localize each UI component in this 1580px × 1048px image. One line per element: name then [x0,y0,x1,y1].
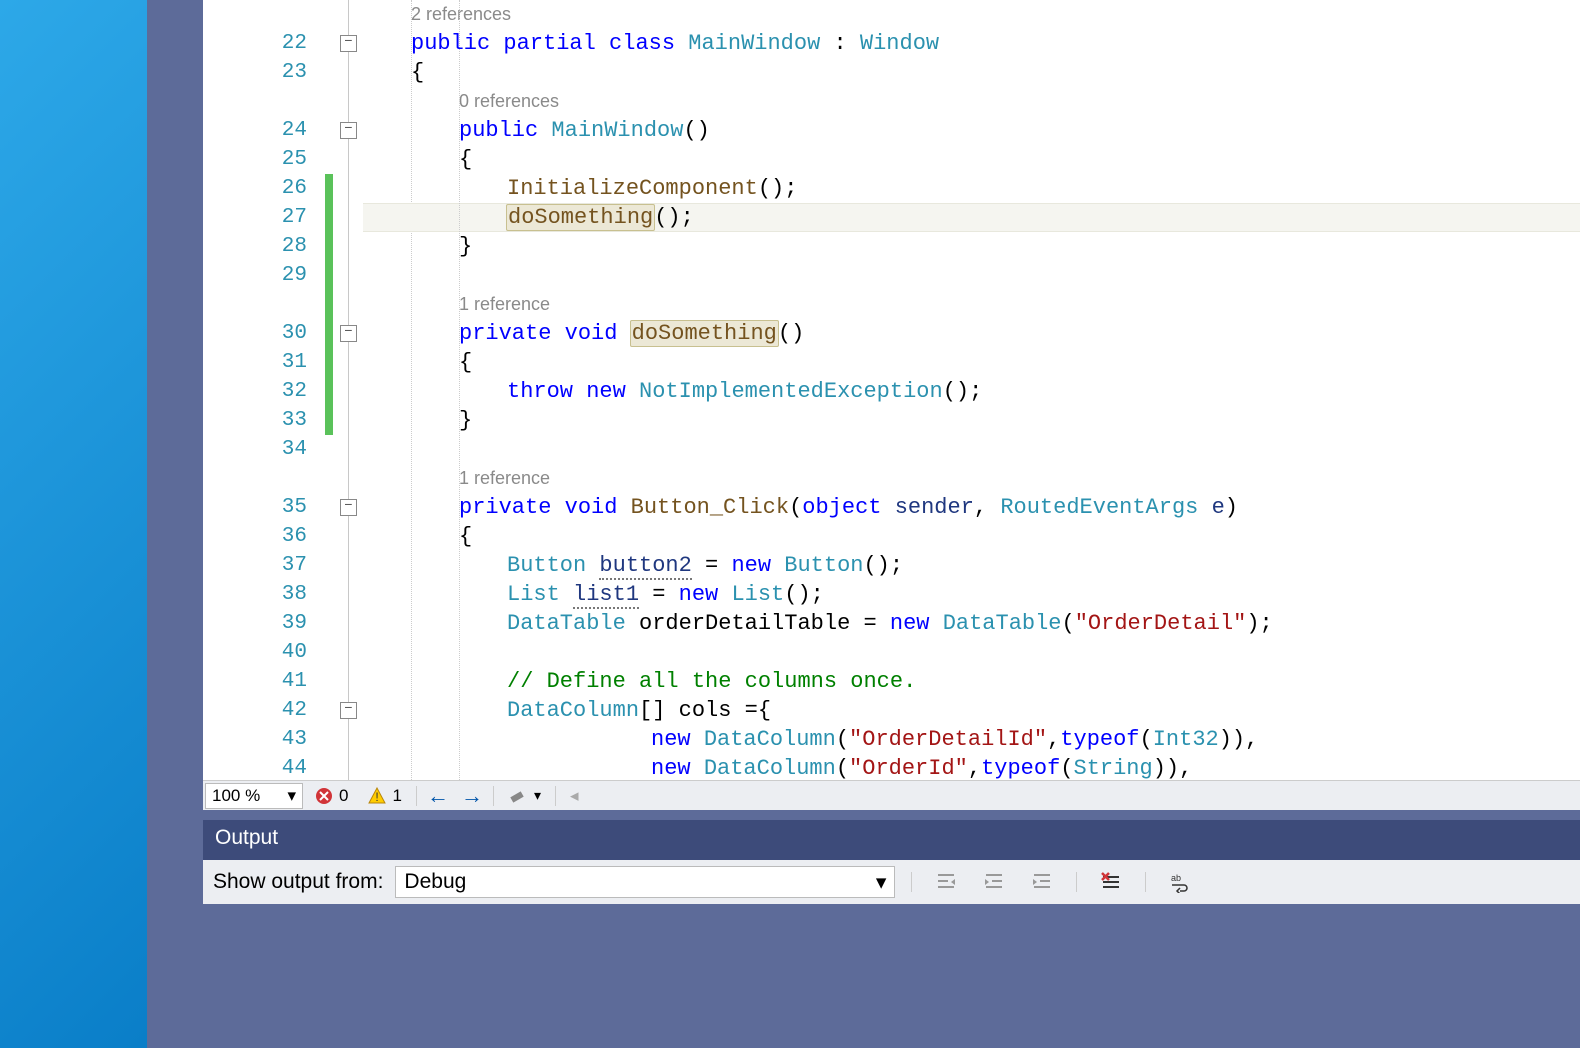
code-line[interactable] [363,638,1580,667]
output-panel-header[interactable]: Output [203,820,1580,860]
code-line[interactable]: public partial class MainWindow : Window [363,29,1580,58]
line-number: 32 [203,377,325,406]
line-number: 42 [203,696,325,725]
line-number: 29 [203,261,325,290]
output-panel-title: Output [215,826,278,849]
svg-text:ab: ab [1171,873,1181,883]
indent-right-icon[interactable] [976,864,1012,900]
chevron-down-icon: ▾ [876,870,887,895]
line-number: 28 [203,232,325,261]
eraser-icon [508,786,528,806]
line-number: 39 [203,609,325,638]
zoom-combo[interactable]: 100 % ▾ [205,783,303,809]
chevron-down-icon: ▾ [287,786,296,806]
code-line[interactable]: private void doSomething() [363,319,1580,348]
code-text-area[interactable]: 2 referencespublic partial class MainWin… [363,0,1580,780]
outlining-margin[interactable]: − − − − − [337,0,361,780]
code-line[interactable]: { [363,522,1580,551]
line-number: 34 [203,435,325,464]
line-number: 24 [203,116,325,145]
editor-status-bar: 100 % ▾ 0 ! 1 ← → ▾ ◂ [203,780,1580,810]
code-line[interactable]: List list1 = new List(); [363,580,1580,609]
change-marker [325,174,333,435]
codelens-link[interactable]: 2 references [363,0,1580,29]
line-number: 40 [203,638,325,667]
code-line[interactable]: // Define all the columns once. [363,667,1580,696]
code-line[interactable]: DataColumn[] cols ={ [363,696,1580,725]
indent-left-icon[interactable] [928,864,964,900]
warning-count-value: 1 [392,786,401,806]
line-number: 35 [203,493,325,522]
code-line[interactable]: { [363,145,1580,174]
line-number: 22 [203,29,325,58]
code-line[interactable]: DataTable orderDetailTable = new DataTab… [363,609,1580,638]
line-number: 30 [203,319,325,348]
code-line[interactable]: { [363,348,1580,377]
output-source-combo[interactable]: Debug ▾ [395,866,895,898]
track-changes-toggle[interactable]: ▾ [498,781,551,810]
ide-window: 2223 242526272829 3031323334 35363738394… [147,0,1580,1048]
desktop-background [0,0,147,1048]
error-count[interactable]: 0 [305,781,358,810]
fold-toggle[interactable]: − [340,325,357,342]
code-editor[interactable]: 2223 242526272829 3031323334 35363738394… [203,0,1580,780]
nav-forward-button[interactable]: → [455,781,489,811]
line-number: 43 [203,725,325,754]
line-number: 27 [203,203,325,232]
word-wrap-icon[interactable]: ab [1162,864,1198,900]
output-toolbar: Show output from: Debug ▾ ab [203,860,1580,904]
codelens-link[interactable]: 0 references [363,87,1580,116]
line-number: 44 [203,754,325,783]
change-indicator-bar [325,0,335,780]
error-count-value: 0 [339,786,348,806]
codelens-link[interactable]: 1 reference [363,290,1580,319]
line-number: 33 [203,406,325,435]
line-number: 25 [203,145,325,174]
code-line[interactable]: Button button2 = new Button(); [363,551,1580,580]
code-line[interactable]: private void Button_Click(object sender,… [363,493,1580,522]
line-number: 36 [203,522,325,551]
line-number: 23 [203,58,325,87]
clear-all-icon[interactable] [1093,864,1129,900]
code-line[interactable]: doSomething(); [363,203,1580,232]
output-source-value: Debug [404,870,466,894]
warning-icon: ! [368,787,386,805]
code-line[interactable]: } [363,406,1580,435]
warning-count[interactable]: ! 1 [358,781,411,810]
line-number: 31 [203,348,325,377]
fold-toggle[interactable]: − [340,702,357,719]
codelens-link[interactable]: 1 reference [363,464,1580,493]
code-line[interactable]: InitializeComponent(); [363,174,1580,203]
code-line[interactable]: throw new NotImplementedException(); [363,377,1580,406]
line-number: 41 [203,667,325,696]
code-line[interactable] [363,261,1580,290]
scroll-left-button[interactable]: ◂ [560,781,589,810]
svg-text:!: ! [376,790,379,804]
code-line[interactable]: new DataColumn("OrderId",typeof(String))… [363,754,1580,783]
fold-toggle[interactable]: − [340,499,357,516]
line-number: 38 [203,580,325,609]
zoom-value: 100 % [212,786,260,806]
output-source-label: Show output from: [213,870,383,894]
line-number-gutter: 2223 242526272829 3031323334 35363738394… [203,0,325,780]
code-line[interactable]: { [363,58,1580,87]
fold-toggle[interactable]: − [340,35,357,52]
code-line[interactable]: public MainWindow() [363,116,1580,145]
indent-right-icon-2[interactable] [1024,864,1060,900]
code-line[interactable]: } [363,232,1580,261]
chevron-down-icon: ▾ [534,787,541,804]
code-line[interactable] [363,435,1580,464]
error-icon [315,787,333,805]
nav-back-button[interactable]: ← [421,781,455,811]
code-line[interactable]: new DataColumn("OrderDetailId",typeof(In… [363,725,1580,754]
line-number: 26 [203,174,325,203]
fold-toggle[interactable]: − [340,122,357,139]
line-number: 37 [203,551,325,580]
